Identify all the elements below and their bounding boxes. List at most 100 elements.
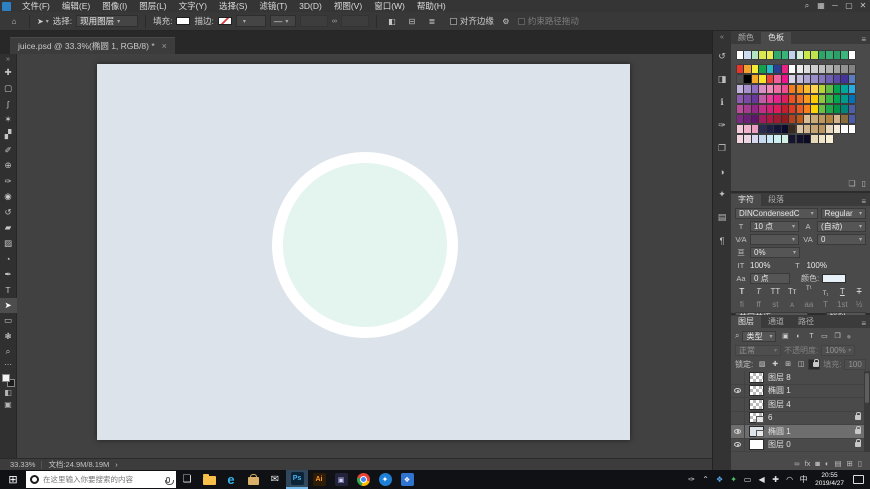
swatch[interactable] [797,75,803,83]
layer-row[interactable]: 椭圆 1 [731,425,864,439]
swatch[interactable] [797,115,803,123]
layer-row[interactable]: 图层 4 [731,398,864,412]
swatch[interactable] [789,95,795,103]
swatch[interactable] [744,51,750,59]
lock-icon-button[interactable]: ✚ [769,359,781,370]
layer-filter-icon[interactable]: ▣ [779,331,791,342]
start-button[interactable]: ⊞ [0,470,26,489]
swatch[interactable] [819,125,825,133]
horizontal-scale-value[interactable]: 100% [806,261,826,270]
swatch[interactable] [849,115,855,123]
fill-opacity-field[interactable]: 100% [844,359,866,370]
swatch[interactable] [752,65,758,73]
swatch[interactable] [841,95,847,103]
swatch[interactable] [752,115,758,123]
foreground-color-swatch[interactable] [2,374,10,382]
swatch[interactable] [737,105,743,113]
swatch[interactable] [774,95,780,103]
swatch[interactable] [774,51,780,59]
network-icon[interactable]: ◠ [783,475,796,484]
layer-row[interactable]: 椭圆 1 [731,385,864,399]
crop-tool[interactable]: ▞ [0,127,17,143]
tab-layers[interactable]: 图层 [731,316,761,328]
swatch[interactable] [811,95,817,103]
path-alignment-icon[interactable]: ⊟ [404,15,420,28]
layer-filter-icon[interactable]: T [805,331,817,342]
clone-source-icon[interactable]: ❐ [713,137,732,160]
styles-icon[interactable]: ✦ [713,183,732,206]
photoshop[interactable]: Ps [286,470,308,489]
menu-item[interactable]: 窗口(W) [368,0,411,12]
swatch[interactable] [841,85,847,93]
swatch[interactable] [767,85,773,93]
lock-icon-button[interactable]: ⊞ [782,359,794,370]
swatch[interactable] [774,105,780,113]
swatch[interactable] [819,105,825,113]
edge-browser[interactable]: e [220,470,242,489]
select-dropdown[interactable]: 现用图层 ▾ [76,15,138,27]
layer-row[interactable]: 6 [731,412,864,426]
swatch[interactable] [789,105,795,113]
menu-item[interactable]: 滤镜(T) [253,0,293,12]
layers-footer-icon[interactable]: fx [805,459,811,468]
swatch[interactable] [767,75,773,83]
tray-app-green-icon[interactable]: ✦ [727,475,740,484]
swatch[interactable] [804,65,810,73]
swatch[interactable] [819,51,825,59]
swatch[interactable] [804,51,810,59]
toolbar-collapse-icon[interactable]: » [6,54,10,65]
opentype-button[interactable]: ff [752,299,766,310]
visibility-toggle[interactable] [731,398,745,411]
text-style-button[interactable]: TT [769,286,783,297]
swatch[interactable] [759,125,765,133]
pasteboard[interactable] [17,54,712,458]
path-operations-icon[interactable]: ◧ [384,15,400,28]
layers-footer-icon[interactable]: ▯ [858,459,862,468]
baseline-shift-field[interactable]: 0 点 [750,273,790,284]
properties-icon[interactable]: ◨ [713,68,732,91]
swatch[interactable] [841,51,847,59]
swatch[interactable] [826,105,832,113]
swatch[interactable] [782,135,788,143]
swatch[interactable] [797,125,803,133]
layer-filter-dropdown[interactable]: 类型▾ [742,331,776,342]
swatch[interactable] [811,135,817,143]
file-explorer[interactable] [198,470,220,489]
lasso-tool[interactable]: ʃ [0,96,17,112]
layers-footer-icon[interactable]: ▤ [834,459,841,468]
layer-filter-icon[interactable]: ❒ [831,331,843,342]
panel-menu-icon[interactable]: ≡ [861,319,870,328]
swatch[interactable] [834,75,840,83]
swatch[interactable] [849,51,855,59]
swatch[interactable] [826,115,832,123]
layer-row[interactable]: 图层 0 [731,439,864,453]
swatch[interactable] [804,115,810,123]
swatch[interactable] [841,125,847,133]
swatch[interactable] [811,65,817,73]
swatch[interactable] [797,85,803,93]
layers-footer-icon[interactable]: ∞ [794,459,799,468]
lock-icon-button[interactable]: ▨ [756,359,768,370]
swatch[interactable] [752,95,758,103]
swatch[interactable] [819,115,825,123]
text-style-button[interactable]: T [752,286,766,297]
font-style-dropdown[interactable]: Regular▾ [821,208,866,219]
layer-row[interactable]: 图层 8 [731,371,864,385]
opentype-button[interactable]: 1st [836,299,850,310]
text-style-button[interactable]: T₁ [819,286,833,297]
swatch[interactable] [767,105,773,113]
swatch[interactable] [737,115,743,123]
opentype-button[interactable]: aa [802,299,816,310]
swatch[interactable] [849,105,855,113]
swatch[interactable] [744,75,750,83]
swatch[interactable] [759,105,765,113]
swatch[interactable] [804,95,810,103]
font-family-dropdown[interactable]: DINCondensedC▾ [735,208,818,219]
swatch[interactable] [834,95,840,103]
opentype-button[interactable]: ½ [852,299,866,310]
swatch[interactable] [819,75,825,83]
brushes-icon[interactable]: ✑ [713,114,732,137]
history-brush-tool[interactable]: ↺ [0,205,17,221]
brush-tool[interactable]: ✑ [0,174,17,190]
swatch[interactable] [774,135,780,143]
